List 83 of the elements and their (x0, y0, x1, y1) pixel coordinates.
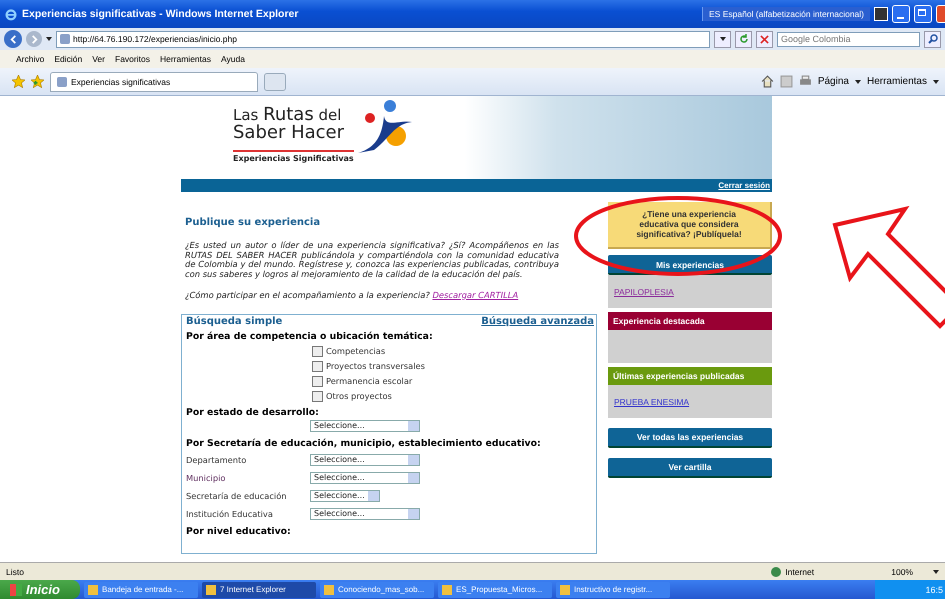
printer-icon[interactable] (798, 75, 812, 88)
experience-link[interactable]: PRUEBA ENESIMA (614, 396, 690, 406)
logo-title: Las Rutas del (233, 106, 342, 124)
logo-title: Saber Hacer (233, 124, 346, 142)
checkbox-label: Proyectos transversales (326, 361, 425, 372)
question-text: ¿Cómo participar en el acompañamiento a la experiencia? (185, 290, 430, 300)
sidebar-button[interactable]: Ver todas las experiencias (608, 428, 772, 448)
search-icon (928, 34, 938, 44)
menu-item[interactable]: Archivo (16, 54, 44, 64)
home-icon[interactable] (760, 75, 774, 88)
search-button[interactable] (924, 30, 941, 48)
clock: 16:5 (925, 584, 943, 594)
taskbar-item[interactable]: Bandeja de entrada -... (84, 582, 198, 598)
search-field[interactable]: Google Colombia (777, 32, 920, 46)
select-field[interactable]: Seleccione... (310, 454, 420, 466)
experience-link[interactable]: PAPILOPLESIA (614, 286, 674, 296)
checkbox[interactable] (312, 376, 323, 387)
select-field[interactable]: Seleccione... (310, 508, 420, 520)
caret-icon[interactable] (854, 80, 861, 84)
filter-heading: Por nivel educativo: (186, 526, 292, 537)
command-button[interactable]: Herramientas (866, 76, 927, 87)
logout-link[interactable]: Cerrar sesión (718, 181, 770, 190)
filter-heading: Por área de competencia o ubicación temática: (186, 330, 434, 342)
taskbar-item[interactable]: Instructivo de registr... (556, 582, 670, 598)
caret-icon[interactable] (933, 80, 939, 84)
security-zone: Internet (771, 566, 872, 576)
logo-tagline: Experiencias Significativas (233, 150, 354, 163)
checkbox-label: Competencias (326, 346, 386, 356)
zoom-level[interactable]: 100% (891, 566, 913, 576)
minimize-button[interactable] (892, 5, 910, 23)
caret-icon (720, 37, 726, 41)
help-icon[interactable] (874, 7, 888, 21)
intro-paragraph: ¿Es usted un autor o líder de una experiencia significativa? ¿Sí? Acompáñenos en las RUTAS DEL SABER HACER publicándola y compartiéndola con la comunidad educativa de Colombia y del mundo. Regístrese y, conozca las experiencias publicadas, contribuya con sus saberes y logros al mejoramiento de la calidad de la educación del país. (185, 241, 559, 280)
start-button[interactable]: Inicio (0, 580, 80, 599)
advanced-search-link[interactable]: Búsqueda avanzada (481, 316, 594, 327)
browser-logo-icon (4, 7, 18, 21)
menu-item[interactable]: Edición (54, 54, 82, 64)
taskbar-item[interactable]: Conociendo_mas_sob... (320, 582, 434, 598)
taskbar-item[interactable]: ES_Propuesta_Micros... (438, 582, 552, 598)
menu-item[interactable]: Ver (92, 54, 105, 64)
status-select[interactable]: Seleccione... (310, 420, 420, 432)
panel-header: Experiencia destacada (608, 312, 772, 330)
checkbox[interactable] (312, 390, 323, 402)
menu-item[interactable]: Ayuda (221, 54, 245, 64)
add-favorite-icon[interactable] (31, 75, 44, 88)
status-text: Listo (6, 566, 24, 576)
publish-banner[interactable]: ¿Tiene una experiencia educativa que considera significativa? ¡Publíquela! (608, 202, 772, 249)
language-bar[interactable]: ES Español (alfabetización internacional) (702, 7, 870, 21)
stop-button[interactable] (756, 30, 773, 48)
refresh-icon (738, 34, 748, 44)
sidebar-button[interactable]: Ver cartilla (608, 458, 772, 478)
back-button[interactable] (4, 30, 22, 48)
browser-tab[interactable]: Experiencias significativas (50, 72, 258, 92)
feed-icon[interactable] (780, 75, 793, 88)
command-button[interactable]: Página (818, 76, 849, 87)
field-label: Departamento (186, 454, 248, 465)
maximize-button[interactable] (914, 5, 932, 23)
menu-item[interactable]: Favoritos (115, 54, 150, 64)
panel-header: Últimas experiencias publicadas (608, 367, 772, 385)
select-field[interactable]: Seleccione... (310, 490, 380, 502)
field-label: Institución Educativa (186, 508, 274, 519)
caret-icon[interactable] (933, 570, 939, 574)
close-button[interactable] (936, 5, 945, 23)
caret-icon[interactable] (46, 37, 52, 41)
dropdown-button[interactable] (714, 30, 731, 48)
checkbox[interactable] (312, 346, 323, 357)
window-title: Experiencias significativas - Windows Internet Explorer (22, 8, 298, 20)
section-title: Publique su experiencia (184, 217, 322, 228)
filter-heading: Por estado de desarrollo: (186, 406, 320, 418)
select-field[interactable]: Seleccione... (310, 472, 420, 484)
close-icon (760, 34, 769, 44)
address-field[interactable]: http://64.76.190.172/experiencias/inicio.php (56, 30, 710, 48)
checkbox[interactable] (312, 360, 323, 372)
download-link[interactable]: Descargar CARTILLA (432, 290, 518, 300)
star-icon[interactable] (12, 75, 25, 88)
checkbox-label: Permanencia escolar (326, 376, 412, 386)
taskbar-item[interactable]: 7 Internet Explorer (202, 582, 316, 598)
filter-heading: Por Secretaría de educación, municipio, establecimiento educativo: (186, 438, 542, 449)
field-label: Municipio (186, 472, 226, 483)
field-label: Secretaría de educación (186, 490, 288, 501)
checkbox-label: Otros proyectos (326, 391, 392, 402)
search-title: Búsqueda simple (186, 316, 282, 327)
menu-item[interactable]: Herramientas (160, 54, 211, 64)
